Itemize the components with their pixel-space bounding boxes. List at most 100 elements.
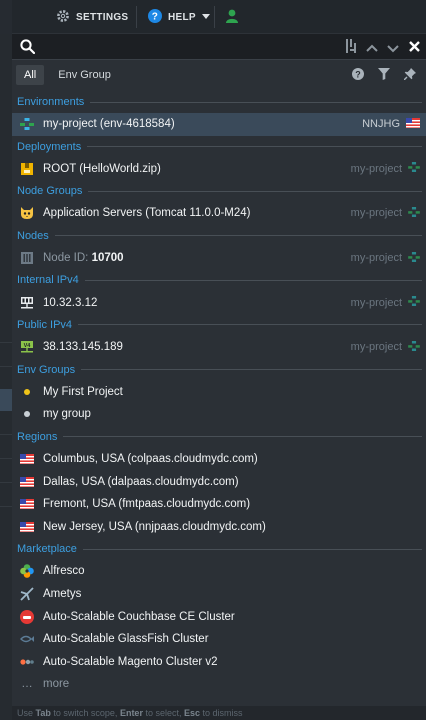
- list-item-region[interactable]: Columbus, USA (colpaas.cloudmydc.com): [12, 448, 426, 471]
- env-reference: my-project: [350, 340, 420, 354]
- background-table-edge: [0, 34, 12, 720]
- section-regions: Regions: [12, 426, 426, 448]
- us-flag-icon: [19, 519, 35, 535]
- section-label: Deployments: [17, 140, 82, 153]
- help-icon: ?: [148, 8, 162, 26]
- list-item-marketplace[interactable]: Auto-Scalable Couchbase CE Cluster: [12, 605, 426, 628]
- ellipsis-icon: …: [21, 678, 33, 691]
- region-name: Dallas, USA (dalpaas.cloudmydc.com): [43, 475, 239, 488]
- section-node-groups: Node Groups: [12, 180, 426, 202]
- top-bar-left-strip: [0, 0, 12, 34]
- section-deployments: Deployments: [12, 136, 426, 158]
- server-node-icon: [19, 250, 35, 266]
- search-icon: [20, 39, 36, 57]
- tomcat-icon: [19, 205, 35, 221]
- topbar-divider: [214, 6, 215, 28]
- more-label: more: [43, 678, 70, 691]
- region-badge: NNJHG: [362, 117, 420, 131]
- list-item-marketplace[interactable]: Alfresco: [12, 560, 426, 583]
- magento-icon: [19, 654, 35, 670]
- list-item-marketplace[interactable]: Auto-Scalable Magento Cluster v2: [12, 651, 426, 674]
- gear-icon: [56, 9, 70, 26]
- search-panel: All Env Group ? Environments my-project …: [12, 34, 426, 720]
- list-item-public-ip[interactable]: V4 38.133.145.189 my-project: [12, 336, 426, 359]
- section-label: Environments: [17, 96, 85, 108]
- pin-icon[interactable]: [403, 68, 416, 83]
- results-list: Environments my-project (env-4618584) NN…: [12, 91, 426, 696]
- list-item-internal-ip[interactable]: 10.32.3.12 my-project: [12, 291, 426, 314]
- internal-ip-value: 10.32.3.12: [43, 296, 98, 309]
- environment-icon: [19, 116, 35, 132]
- glassfish-icon: [19, 631, 35, 647]
- section-label: Internal IPv4: [17, 274, 79, 287]
- hint-key-tab: Tab: [35, 708, 51, 718]
- account-button[interactable]: [226, 0, 238, 34]
- public-ip-icon: V4: [19, 339, 35, 355]
- user-icon: [226, 9, 238, 26]
- list-item-env-group[interactable]: My First Project: [12, 381, 426, 404]
- section-label: Marketplace: [17, 543, 77, 556]
- section-label: Regions: [17, 430, 58, 443]
- archive-icon: [19, 161, 35, 177]
- node-group-name: Application Servers (Tomcat 11.0.0-M24): [43, 207, 251, 220]
- us-flag-icon: [19, 496, 35, 512]
- scope-filter-bar: All Env Group ?: [12, 61, 426, 89]
- environment-name: my-project (env-4618584): [43, 118, 175, 131]
- region-code: NNJHG: [362, 118, 400, 131]
- section-environments: Environments: [12, 91, 426, 113]
- list-item-region[interactable]: Fremont, USA (fmtpaas.cloudmydc.com): [12, 493, 426, 516]
- environment-icon: [408, 296, 420, 309]
- hint-text: to select,: [145, 708, 182, 718]
- help-circle-icon[interactable]: ?: [352, 68, 364, 83]
- group-color-dot-icon: [19, 406, 35, 422]
- env-name: my-project: [350, 341, 402, 354]
- section-label: Node Groups: [17, 185, 83, 198]
- filter-env-group-tab[interactable]: Env Group: [50, 65, 119, 85]
- chevron-down-icon[interactable]: [387, 42, 399, 56]
- env-reference: my-project: [351, 251, 420, 265]
- us-flag-icon: [406, 117, 420, 131]
- alfresco-icon: [19, 563, 35, 579]
- list-item-region[interactable]: New Jersey, USA (nnjpaas.cloudmydc.com): [12, 516, 426, 539]
- settings-button[interactable]: SETTINGS: [56, 0, 128, 34]
- chevron-up-icon[interactable]: [366, 41, 378, 55]
- hint-text: to switch scope,: [53, 708, 118, 718]
- couchbase-icon: [19, 609, 35, 625]
- more-link[interactable]: … more: [12, 673, 426, 696]
- env-group-name: my group: [43, 408, 91, 421]
- search-input[interactable]: [42, 37, 332, 57]
- region-name: Fremont, USA (fmtpaas.cloudmydc.com): [43, 498, 251, 511]
- list-item-marketplace[interactable]: Auto-Scalable GlassFish Cluster: [12, 628, 426, 651]
- hint-key-esc: Esc: [184, 708, 201, 718]
- deployment-name: ROOT (HelloWorld.zip): [43, 162, 161, 175]
- marketplace-item-name: Alfresco: [43, 565, 85, 578]
- region-name: New Jersey, USA (nnjpaas.cloudmydc.com): [43, 520, 266, 533]
- marketplace-item-name: Auto-Scalable Magento Cluster v2: [43, 655, 218, 668]
- filter-icon[interactable]: [378, 68, 390, 83]
- section-label: Nodes: [17, 229, 49, 242]
- env-name: my-project: [350, 162, 402, 175]
- marketplace-item-name: Auto-Scalable GlassFish Cluster: [43, 633, 209, 646]
- list-item-node-group[interactable]: Application Servers (Tomcat 11.0.0-M24) …: [12, 202, 426, 225]
- env-group-name: My First Project: [43, 385, 123, 398]
- node-id-prefix: Node ID:: [43, 252, 89, 265]
- list-item-region[interactable]: Dallas, USA (dalpaas.cloudmydc.com): [12, 470, 426, 493]
- list-item-node[interactable]: Node ID: 10700 my-project: [12, 247, 426, 270]
- hint-text: Use: [17, 708, 34, 718]
- close-icon[interactable]: [409, 41, 420, 55]
- environment-icon: [408, 251, 420, 265]
- filter-all-tab[interactable]: All: [16, 65, 45, 85]
- settings-label: SETTINGS: [76, 11, 129, 23]
- ametys-icon: [19, 586, 35, 602]
- env-reference: my-project: [351, 162, 420, 175]
- environment-icon: [408, 162, 420, 175]
- list-item-deployment[interactable]: ROOT (HelloWorld.zip) my-project: [12, 158, 426, 181]
- marketplace-item-name: Auto-Scalable Couchbase CE Cluster: [43, 610, 235, 623]
- list-item-env-group[interactable]: my group: [12, 403, 426, 426]
- node-label: Node ID: 10700: [43, 252, 124, 264]
- section-marketplace: Marketplace: [12, 538, 426, 560]
- list-item-marketplace[interactable]: Ametys: [12, 583, 426, 606]
- list-item-environment[interactable]: my-project (env-4618584) NNJHG: [12, 113, 426, 136]
- help-button[interactable]: ? HELP: [148, 0, 210, 34]
- column-layout-icon[interactable]: [346, 39, 358, 56]
